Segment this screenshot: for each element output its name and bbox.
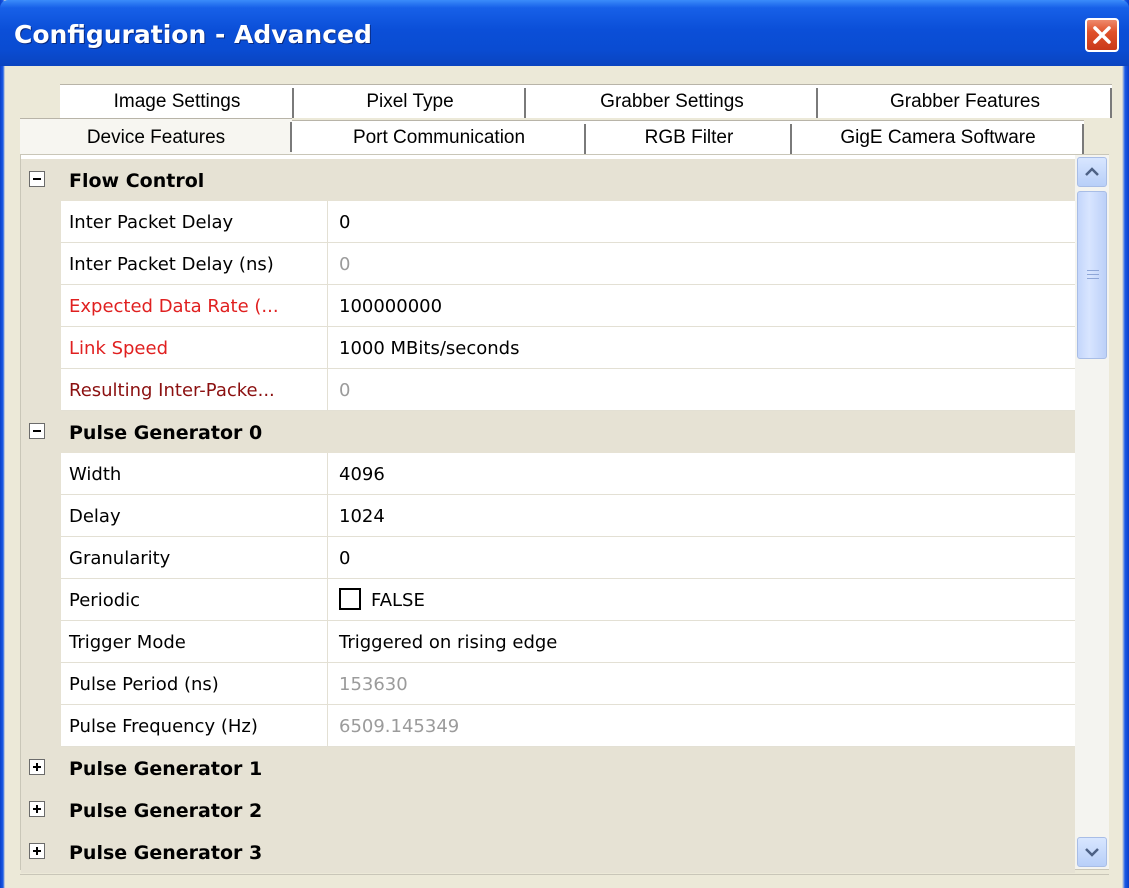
category-pulse-generator-2[interactable]: Pulse Generator 2 (21, 789, 1075, 831)
property-row[interactable]: Expected Data Rate (... 100000000 (21, 285, 1075, 327)
property-name: Pulse Period (ns) (61, 663, 328, 705)
property-value[interactable]: FALSE (328, 579, 1075, 621)
property-value[interactable]: 4096 (328, 453, 1075, 495)
category-label: Pulse Generator 3 (69, 842, 263, 864)
tab-image-settings[interactable]: Image Settings (60, 84, 294, 118)
property-value[interactable]: 0 (328, 537, 1075, 579)
property-value: 153630 (328, 663, 1075, 705)
vertical-scrollbar[interactable] (1075, 155, 1109, 869)
category-label: Pulse Generator 1 (69, 758, 263, 780)
property-row[interactable]: Delay 1024 (21, 495, 1075, 537)
periodic-checkbox[interactable] (339, 588, 361, 610)
property-row[interactable]: Pulse Frequency (Hz) 6509.145349 (21, 705, 1075, 747)
property-name: Link Speed (61, 327, 328, 369)
collapse-icon[interactable] (29, 423, 45, 439)
close-icon (1093, 26, 1111, 44)
property-name: Expected Data Rate (... (61, 285, 328, 327)
property-grid: Flow Control Inter Packet Delay 0 Inter … (20, 154, 1109, 873)
property-value: 6509.145349 (328, 705, 1075, 747)
tab-device-features[interactable]: Device Features (20, 118, 292, 156)
property-row[interactable]: Pulse Period (ns) 153630 (21, 663, 1075, 705)
collapse-icon[interactable] (29, 171, 45, 187)
property-row[interactable]: Width 4096 (21, 453, 1075, 495)
category-label: Pulse Generator 0 (69, 422, 263, 444)
property-name: Resulting Inter-Packe... (61, 369, 328, 411)
category-flow-control[interactable]: Flow Control (21, 159, 1075, 201)
chevron-up-icon (1085, 167, 1099, 176)
expand-icon[interactable] (29, 843, 45, 859)
dialog-window: Configuration - Advanced Image Settings … (0, 0, 1129, 888)
tab-gige-camera-software[interactable]: GigE Camera Software (792, 120, 1084, 154)
tab-grabber-settings[interactable]: Grabber Settings (526, 84, 818, 118)
property-name: Granularity (61, 537, 328, 579)
category-label: Pulse Generator 2 (69, 800, 263, 822)
property-name: Inter Packet Delay (ns) (61, 243, 328, 285)
property-value: 0 (328, 243, 1075, 285)
expand-icon[interactable] (29, 801, 45, 817)
property-row[interactable]: Link Speed 1000 MBits/seconds (21, 327, 1075, 369)
close-button[interactable] (1085, 18, 1119, 52)
tab-pixel-type[interactable]: Pixel Type (294, 84, 526, 118)
property-value[interactable]: Triggered on rising edge (328, 621, 1075, 663)
property-value[interactable]: 100000000 (328, 285, 1075, 327)
property-name: Delay (61, 495, 328, 537)
expand-icon[interactable] (29, 759, 45, 775)
property-row[interactable]: Trigger Mode Triggered on rising edge (21, 621, 1075, 663)
window-title: Configuration - Advanced (14, 20, 372, 49)
tab-port-communication[interactable]: Port Communication (292, 120, 586, 154)
title-bar[interactable]: Configuration - Advanced (0, 0, 1129, 66)
scroll-down-button[interactable] (1077, 837, 1107, 867)
description-panel (20, 874, 1109, 888)
scroll-thumb[interactable] (1077, 191, 1107, 359)
property-name: Width (61, 453, 328, 495)
property-value[interactable]: 0 (328, 201, 1075, 243)
property-name: Pulse Frequency (Hz) (61, 705, 328, 747)
category-label: Flow Control (69, 170, 205, 192)
property-row[interactable]: Periodic FALSE (21, 579, 1075, 621)
tab-rgb-filter[interactable]: RGB Filter (586, 120, 792, 154)
checkbox-label: FALSE (371, 590, 425, 611)
category-pulse-generator-1[interactable]: Pulse Generator 1 (21, 747, 1075, 789)
property-value[interactable]: 1024 (328, 495, 1075, 537)
property-value[interactable]: 1000 MBits/seconds (328, 327, 1075, 369)
tab-grabber-features[interactable]: Grabber Features (818, 84, 1112, 118)
property-value: 0 (328, 369, 1075, 411)
property-name: Periodic (61, 579, 328, 621)
property-row[interactable]: Resulting Inter-Packe... 0 (21, 369, 1075, 411)
chevron-down-icon (1085, 848, 1099, 857)
property-row[interactable]: Inter Packet Delay (ns) 0 (21, 243, 1075, 285)
property-name: Inter Packet Delay (61, 201, 328, 243)
category-pulse-generator-3[interactable]: Pulse Generator 3 (21, 831, 1075, 873)
property-row[interactable]: Granularity 0 (21, 537, 1075, 579)
property-row[interactable]: Inter Packet Delay 0 (21, 201, 1075, 243)
property-name: Trigger Mode (61, 621, 328, 663)
scroll-up-button[interactable] (1077, 157, 1107, 187)
category-pulse-generator-0[interactable]: Pulse Generator 0 (21, 411, 1075, 453)
